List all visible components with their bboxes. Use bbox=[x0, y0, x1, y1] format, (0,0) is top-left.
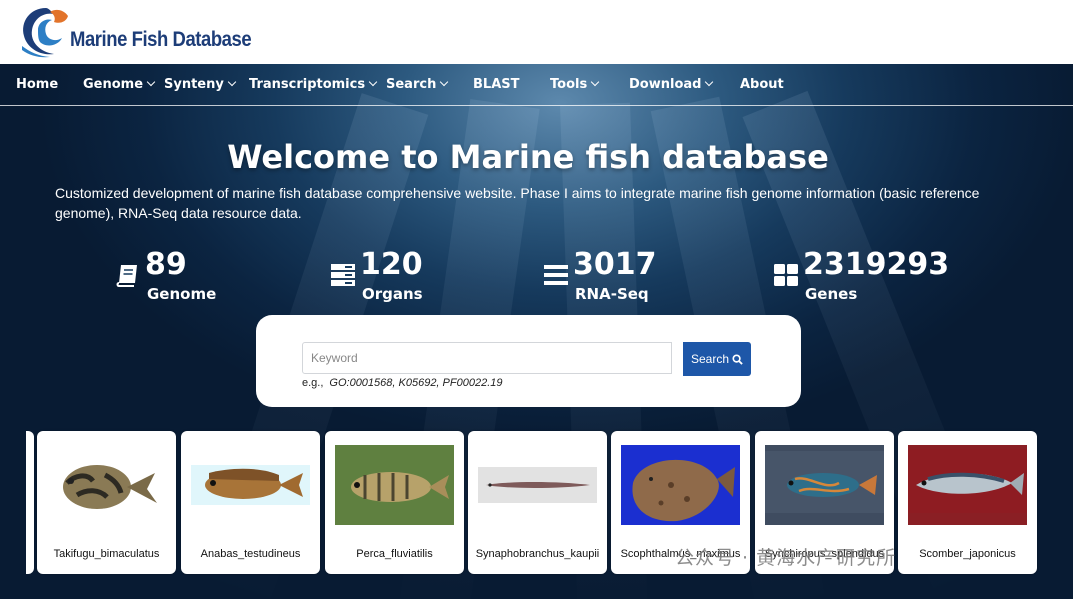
stat-value: 120 bbox=[360, 247, 423, 282]
species-card[interactable]: Takifugu_bimaculatus bbox=[37, 431, 176, 574]
search-input[interactable] bbox=[302, 342, 672, 374]
nav-tools[interactable]: Tools bbox=[550, 64, 600, 105]
nav-blast[interactable]: BLAST bbox=[473, 64, 519, 105]
nav-label: Download bbox=[629, 77, 702, 92]
nav-transcriptomics[interactable]: Transcriptomics bbox=[249, 64, 378, 105]
chevron-down-icon bbox=[368, 77, 378, 87]
logo-icon[interactable] bbox=[16, 2, 72, 60]
nav-genome[interactable]: Genome bbox=[83, 64, 156, 105]
nav-label: Synteny bbox=[164, 77, 224, 92]
stat-value: 2319293 bbox=[803, 247, 950, 282]
nav-synteny[interactable]: Synteny bbox=[164, 64, 237, 105]
nav-download[interactable]: Download bbox=[629, 64, 714, 105]
chevron-down-icon bbox=[590, 77, 600, 87]
species-name: Perca_fluviatilis bbox=[356, 548, 433, 560]
chevron-down-icon bbox=[227, 77, 237, 87]
species-card[interactable]: Anabas_testudineus bbox=[181, 431, 320, 574]
species-name: Synaphobranchus_kaupii bbox=[475, 548, 600, 560]
carousel-prev-card-edge[interactable] bbox=[26, 431, 34, 574]
list-icon bbox=[544, 265, 568, 285]
species-card[interactable]: Perca_fluviatilis bbox=[325, 431, 464, 574]
species-name: Scomber_japonicus bbox=[919, 548, 1016, 560]
chevron-down-icon bbox=[705, 77, 714, 87]
nav-label: About bbox=[740, 77, 784, 92]
site-header: Marine Fish Database bbox=[0, 0, 1073, 64]
example-values: GO:0001568, K05692, PF00022.19 bbox=[329, 377, 503, 389]
stat-value: 89 bbox=[145, 247, 187, 282]
nav-label: Search bbox=[386, 77, 437, 92]
species-card[interactable]: Synaphobranchus_kaupii bbox=[468, 431, 607, 574]
fish-image bbox=[908, 445, 1027, 525]
nav-label: Genome bbox=[83, 77, 144, 92]
hero-section: Home Genome Synteny Transcriptomics Sear… bbox=[0, 64, 1073, 599]
fish-image bbox=[47, 445, 166, 525]
server-icon bbox=[331, 264, 355, 286]
search-panel: Search e.g., GO:0001568, K05692, PF00022.… bbox=[256, 315, 801, 407]
page-title: Welcome to Marine fish database bbox=[227, 138, 829, 176]
nav-label: Home bbox=[16, 77, 59, 92]
nav-label: BLAST bbox=[473, 77, 520, 92]
stat-label: Genes bbox=[805, 285, 858, 303]
chevron-down-icon bbox=[146, 77, 156, 87]
search-button[interactable]: Search bbox=[683, 342, 751, 376]
stat-label: RNA-Seq bbox=[575, 285, 649, 303]
nav-label: Tools bbox=[550, 77, 588, 92]
watermark-text: 公众号 · 黄海水产研究所 bbox=[675, 547, 897, 569]
species-name: Takifugu_bimaculatus bbox=[53, 548, 160, 560]
nav-about[interactable]: About bbox=[740, 64, 784, 105]
main-navbar: Home Genome Synteny Transcriptomics Sear… bbox=[0, 64, 1073, 106]
example-prefix: e.g., bbox=[302, 377, 324, 389]
book-icon bbox=[116, 265, 137, 287]
grid-icon bbox=[774, 264, 798, 286]
search-button-label: Search bbox=[690, 352, 730, 366]
stat-value: 3017 bbox=[573, 247, 657, 282]
nav-home[interactable]: Home bbox=[16, 64, 58, 105]
stat-label: Genome bbox=[147, 285, 217, 303]
species-card[interactable]: Scomber_japonicus bbox=[898, 431, 1037, 574]
species-name: Anabas_testudineus bbox=[200, 548, 301, 560]
fish-image bbox=[478, 445, 597, 525]
nav-label: Transcriptomics bbox=[249, 77, 366, 92]
fish-image bbox=[191, 445, 310, 525]
search-example: e.g., GO:0001568, K05692, PF00022.19 bbox=[302, 377, 502, 389]
chevron-down-icon bbox=[440, 77, 449, 87]
stat-label: Organs bbox=[362, 285, 423, 303]
nav-search[interactable]: Search bbox=[386, 64, 449, 105]
search-icon bbox=[732, 353, 743, 365]
fish-image bbox=[621, 445, 740, 525]
intro-text: Customized development of marine fish da… bbox=[55, 185, 980, 221]
fish-image bbox=[765, 445, 884, 525]
fish-image bbox=[335, 445, 454, 525]
logo-text[interactable]: Marine Fish Database bbox=[70, 28, 252, 52]
